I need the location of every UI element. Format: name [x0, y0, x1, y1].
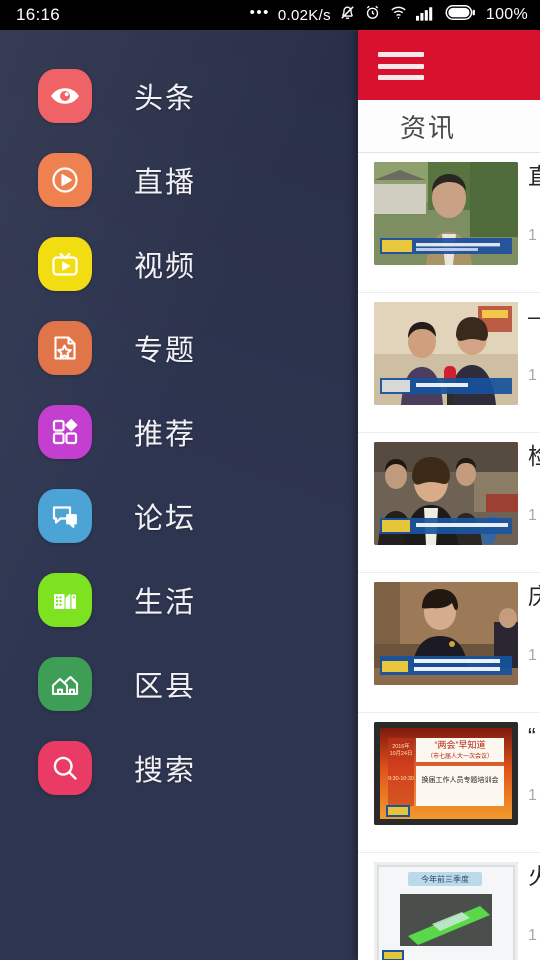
drawer-item-toutiao[interactable]: 头条 [0, 54, 358, 138]
drawer-item-label: 搜索 [134, 755, 197, 787]
drawer-item-label: 推荐 [134, 419, 197, 451]
article-thumbnail [374, 582, 518, 685]
drawer-menu-list: 头条 直播 视频 专题 推荐 论坛 生活 区县 搜索 [0, 30, 358, 810]
drawer-item-label: 论坛 [134, 503, 197, 535]
drawer-item-sousuo[interactable]: 搜索 [0, 726, 358, 810]
svg-text:2016年: 2016年 [392, 742, 410, 750]
category-tab-bar: 资讯 视 [358, 100, 540, 153]
drawer-item-zhuanti[interactable]: 专题 [0, 306, 358, 390]
article-title: 检 [528, 443, 540, 469]
hamburger-bar [378, 52, 424, 57]
video-tv-icon [38, 237, 92, 291]
article-feed[interactable]: 直 1 1 检 1 庆 1 “两会”早知道 （市七届人大一次会议） 换届工作人员… [358, 153, 540, 960]
article-text: “ 1 [528, 722, 540, 805]
mute-bell-icon [339, 4, 356, 26]
eye-icon [38, 69, 92, 123]
navigation-drawer: 头条 直播 视频 专题 推荐 论坛 生活 区县 搜索 [0, 30, 358, 960]
drawer-item-label: 直播 [134, 167, 197, 199]
drawer-item-label: 头条 [134, 83, 197, 115]
svg-text:（市七届人大一次会议）: （市七届人大一次会议） [427, 752, 493, 760]
article-text: 检 1 [528, 442, 540, 525]
article-thumbnail: “两会”早知道 （市七届人大一次会议） 换届工作人员专题培训会 2016年 10… [374, 722, 518, 825]
drawer-item-label: 区县 [134, 671, 197, 703]
drawer-item-shenghuo[interactable]: 生活 [0, 558, 358, 642]
drawer-item-zhibo[interactable]: 直播 [0, 138, 358, 222]
status-bar: 16:16 ••• 0.02K/s 100% [0, 0, 540, 30]
article-text: 庆 1 [528, 582, 540, 665]
battery-icon [445, 5, 476, 25]
drawer-item-quxian[interactable]: 区县 [0, 642, 358, 726]
article-title: “ [528, 723, 536, 749]
article-title: 火 [528, 863, 540, 889]
document-star-icon [38, 321, 92, 375]
svg-text:10月24日: 10月24日 [390, 750, 413, 757]
tab-zixun[interactable]: 资讯 [386, 108, 470, 145]
article-row[interactable]: “两会”早知道 （市七届人大一次会议） 换届工作人员专题培训会 2016年 10… [358, 713, 540, 853]
play-circle-icon [38, 153, 92, 207]
drawer-item-label: 生活 [134, 587, 197, 619]
article-thumbnail [374, 162, 518, 265]
houses-icon [38, 657, 92, 711]
article-thumbnail: 今年前三季度 [374, 862, 518, 960]
article-title: — [528, 302, 540, 331]
status-icons: ••• 0.02K/s 100% [250, 4, 528, 26]
hamburger-bar [378, 63, 424, 69]
alarm-clock-icon [364, 4, 381, 26]
signal-bars-icon [415, 5, 437, 26]
status-time: 16:16 [16, 5, 61, 24]
article-date: 1 [528, 506, 537, 524]
article-date: 1 [528, 226, 537, 244]
article-row[interactable]: — 1 [358, 293, 540, 433]
phone-screen: 16:16 ••• 0.02K/s 100% 头条 直播 视频 专题 推荐 论坛… [0, 0, 540, 960]
network-speed-label: 0.02K/s [277, 6, 331, 24]
drawer-item-luntan[interactable]: 论坛 [0, 474, 358, 558]
drawer-item-label: 视频 [134, 251, 197, 283]
chat-bubbles-icon [38, 489, 92, 543]
article-row[interactable]: 庆 1 [358, 573, 540, 713]
hamburger-bar [378, 75, 424, 80]
article-text: 直 1 [528, 162, 540, 245]
wifi-icon [389, 4, 408, 26]
article-date: 1 [528, 646, 537, 664]
article-row[interactable]: 检 1 [358, 433, 540, 573]
article-title: 庆 [528, 583, 540, 609]
svg-text:“两会”早知道: “两会”早知道 [435, 739, 486, 750]
article-row[interactable]: 直 1 [358, 153, 540, 293]
article-thumbnail [374, 302, 518, 405]
app-header [358, 30, 540, 100]
article-date: 1 [528, 926, 537, 944]
article-date: 1 [528, 366, 537, 384]
article-title: 直 [528, 163, 540, 189]
tab-next-partial[interactable]: 视 [534, 112, 540, 149]
city-buildings-icon [38, 573, 92, 627]
article-row[interactable]: 今年前三季度 火 1 [358, 853, 540, 960]
article-thumbnail [374, 442, 518, 545]
article-text: 火 1 [528, 862, 540, 945]
more-dots-icon: ••• [249, 3, 270, 21]
article-date: 1 [528, 786, 537, 804]
article-text: — 1 [528, 302, 540, 385]
drawer-item-tuijian[interactable]: 推荐 [0, 390, 358, 474]
svg-text:9:30-10:30: 9:30-10:30 [388, 776, 414, 782]
battery-percent-label: 100% [485, 6, 528, 23]
app-content-pane: 资讯 视 [358, 30, 540, 960]
drawer-item-label: 专题 [134, 335, 197, 367]
search-icon [38, 741, 92, 795]
grid-diamond-icon [38, 405, 92, 459]
svg-text:换届工作人员专题培训会: 换届工作人员专题培训会 [422, 775, 499, 784]
hamburger-menu-icon[interactable] [378, 52, 424, 80]
drawer-item-shipin[interactable]: 视频 [0, 222, 358, 306]
svg-text:今年前三季度: 今年前三季度 [421, 874, 469, 884]
